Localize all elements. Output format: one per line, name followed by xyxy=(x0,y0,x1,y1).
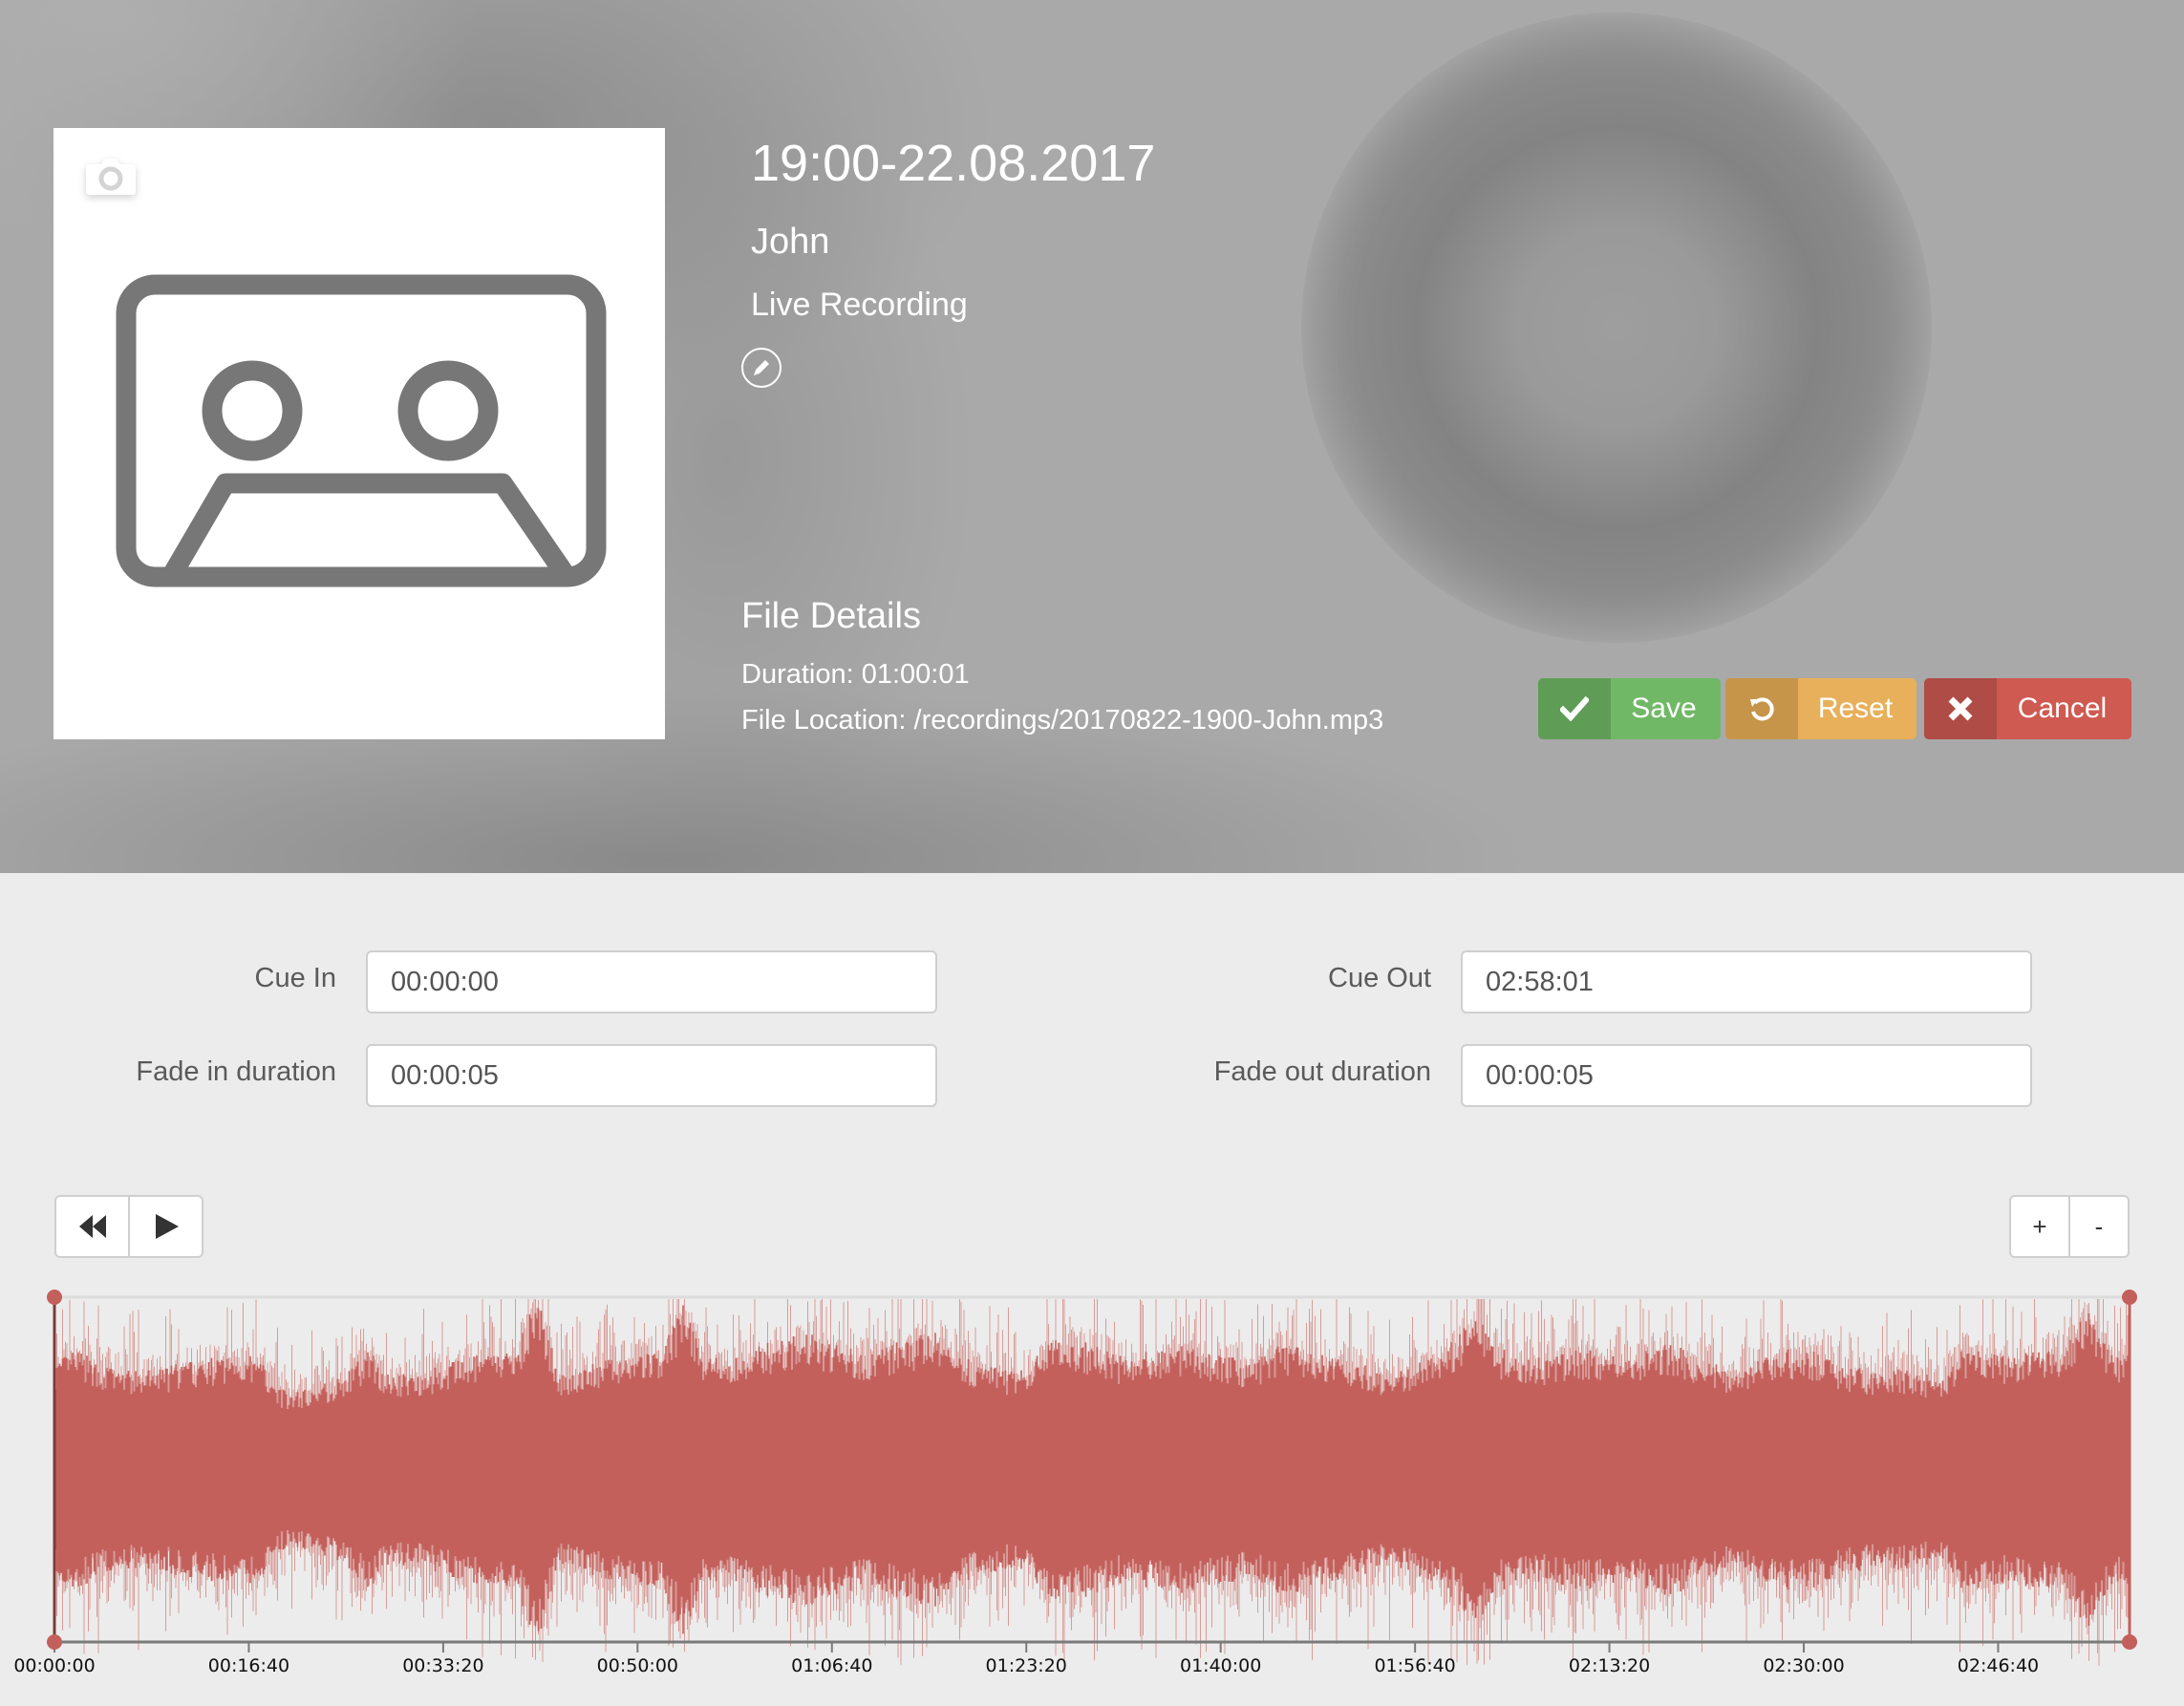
zoom-in-button[interactable]: + xyxy=(2011,1197,2068,1256)
cancel-button-label: Cancel xyxy=(2017,693,2108,724)
pencil-icon xyxy=(754,360,769,375)
recording-subtitle: Live Recording xyxy=(751,287,968,323)
axis-ticks: 00:00:00 00:16:40 00:33:20 00:50:00 01:06:40… xyxy=(13,1642,2039,1676)
rewind-button[interactable] xyxy=(56,1197,128,1256)
axis-tick-label: 01:40:00 xyxy=(1180,1655,1261,1676)
axis-tick-label: 01:23:20 xyxy=(986,1655,1067,1676)
recording-title: 19:00-22.08.2017 xyxy=(751,135,1156,192)
file-duration: Duration: 01:00:01 xyxy=(741,659,970,690)
cassette-tape-icon xyxy=(116,274,607,587)
close-icon xyxy=(1924,678,1997,739)
fade-in-label: Fade in duration xyxy=(136,1056,336,1087)
edit-metadata-button[interactable] xyxy=(741,348,782,388)
axis-tick-label: 00:16:40 xyxy=(208,1655,289,1676)
cue-out-input[interactable] xyxy=(1461,950,2032,1013)
waveform-bars xyxy=(54,1299,2130,1666)
undo-icon xyxy=(1725,678,1798,739)
cue-in-input[interactable] xyxy=(366,950,937,1013)
recording-artist: John xyxy=(751,222,830,262)
cue-in-label: Cue In xyxy=(254,963,336,993)
play-button[interactable] xyxy=(128,1197,202,1256)
axis-tick-label: 00:33:20 xyxy=(402,1655,483,1676)
camera-icon[interactable] xyxy=(84,155,138,197)
artwork xyxy=(54,128,665,739)
fade-in-input[interactable] xyxy=(366,1044,937,1107)
rewind-icon xyxy=(78,1215,106,1238)
zoom-out-button[interactable]: - xyxy=(2068,1197,2128,1256)
cancel-button[interactable]: Cancel xyxy=(1924,678,2131,739)
reset-button[interactable]: Reset xyxy=(1725,678,1916,739)
playback-controls xyxy=(54,1195,203,1258)
recording-header: 19:00-22.08.2017 John Live Recording Fil… xyxy=(0,0,2184,873)
reset-button-label: Reset xyxy=(1817,693,1894,724)
play-icon xyxy=(155,1214,179,1239)
waveform[interactable]: 00:00:00 00:16:40 00:33:20 00:50:00 01:06:40… xyxy=(0,1270,2184,1706)
cue-out-label: Cue Out xyxy=(1328,963,1431,993)
zoom-controls: + - xyxy=(2009,1195,2130,1258)
check-icon xyxy=(1538,678,1611,739)
axis-tick-label: 01:56:40 xyxy=(1374,1655,1455,1676)
file-details-heading: File Details xyxy=(741,596,921,636)
save-button-label: Save xyxy=(1631,693,1697,724)
file-location: File Location: /recordings/20170822-1900… xyxy=(741,705,1384,736)
axis-tick-label: 00:00:00 xyxy=(13,1655,95,1676)
axis-tick-label: 02:30:00 xyxy=(1763,1655,1844,1676)
axis-tick-label: 00:50:00 xyxy=(597,1655,678,1676)
axis-tick-label: 01:06:40 xyxy=(791,1655,872,1676)
fade-out-input[interactable] xyxy=(1461,1044,2032,1107)
fade-out-label: Fade out duration xyxy=(1213,1056,1431,1087)
axis-tick-label: 02:46:40 xyxy=(1958,1655,2039,1676)
axis-tick-label: 02:13:20 xyxy=(1569,1655,1650,1676)
save-button[interactable]: Save xyxy=(1538,678,1721,739)
